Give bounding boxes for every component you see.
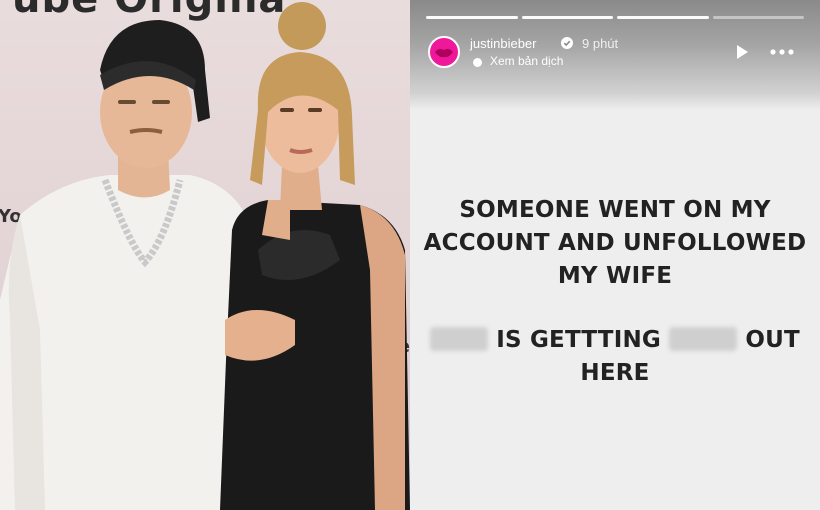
- username-link[interactable]: justinbieber: [470, 36, 537, 51]
- message-line: ACCOUNT AND UNFOLLOWED: [423, 230, 807, 256]
- photo-illustration: [0, 2, 410, 510]
- censored-word: [430, 327, 489, 351]
- message-line: SOMEONE WENT ON MY: [459, 197, 771, 223]
- translate-icon: [473, 58, 482, 67]
- story-progress-bar: [426, 16, 804, 19]
- message-line: IS GETTTING OUT: [410, 324, 820, 357]
- story-message-text-censored: IS GETTTING OUT HERE: [410, 324, 820, 390]
- message-line: HERE: [580, 360, 650, 386]
- profile-avatar[interactable]: [428, 36, 460, 68]
- see-translation-link[interactable]: Xem bản dịch: [490, 54, 563, 68]
- celebrity-photo: ube Origina Yo de ME: [0, 0, 410, 510]
- progress-segment: [617, 16, 709, 19]
- verified-badge-icon: [561, 37, 573, 49]
- story-timestamp: 9 phút: [582, 36, 619, 51]
- instagram-story[interactable]: justinbieber 9 phút Xem bản dịch SOMEONE…: [410, 0, 820, 510]
- message-line: MY WIFE: [557, 263, 673, 289]
- message-fragment: OUT: [745, 327, 800, 353]
- censored-word: [669, 327, 738, 351]
- progress-segment: [426, 16, 518, 19]
- progress-segment: [712, 16, 804, 19]
- more-options-icon[interactable]: [768, 44, 796, 60]
- message-fragment: IS GETTTING: [496, 327, 661, 353]
- story-message-text: SOMEONE WENT ON MY ACCOUNT AND UNFOLLOWE…: [410, 194, 820, 293]
- play-icon[interactable]: [734, 44, 750, 60]
- progress-segment: [521, 16, 613, 19]
- lips-icon: [435, 48, 453, 58]
